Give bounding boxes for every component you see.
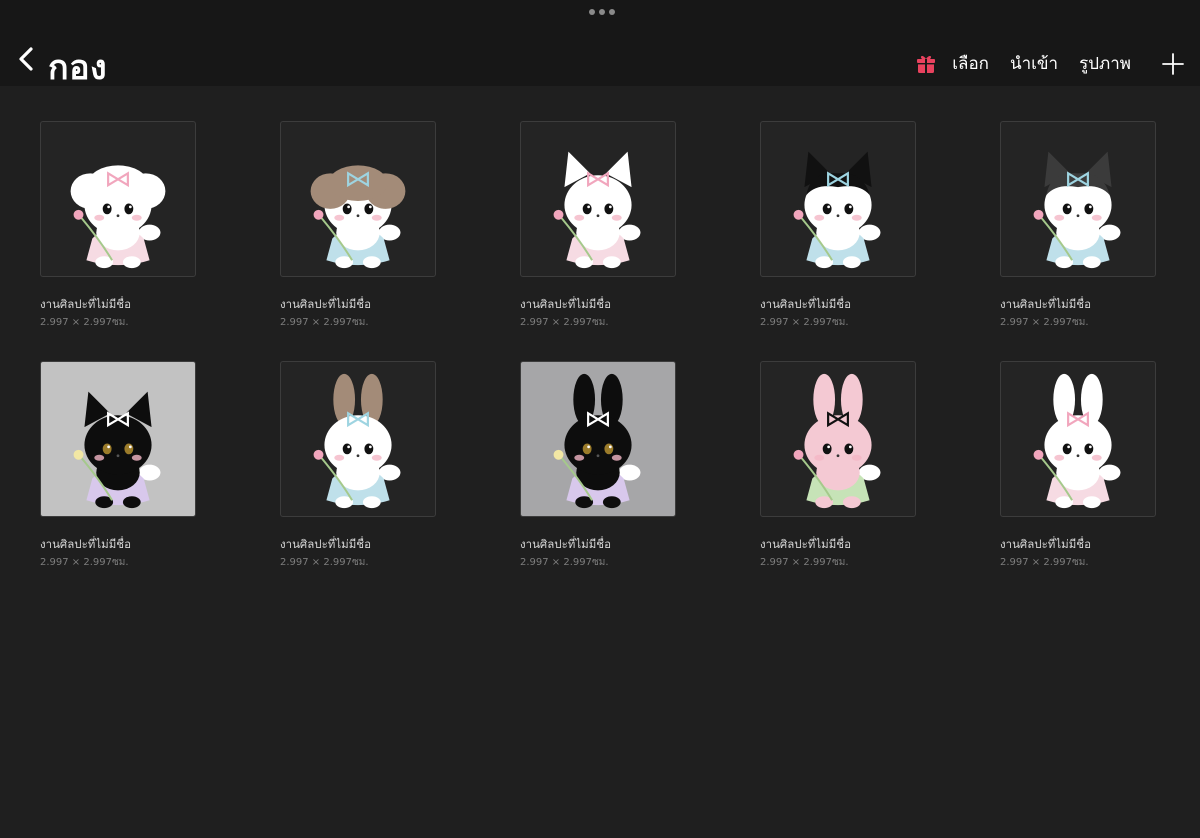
character-illustration [73, 391, 161, 509]
artwork-name[interactable]: งานศิลปะที่ไม่มีชื่อ [1000, 296, 1156, 314]
artwork-tile[interactable]: งานศิลปะที่ไม่มีชื่อ 2.997 × 2.997ซม. [280, 121, 436, 330]
artwork-thumbnail[interactable] [1000, 121, 1156, 277]
artwork-size: 2.997 × 2.997ซม. [520, 317, 609, 328]
artwork-size: 2.997 × 2.997ซม. [520, 557, 609, 568]
artwork-thumbnail[interactable] [520, 121, 676, 277]
artwork-size: 2.997 × 2.997ซม. [1000, 557, 1089, 568]
import-button[interactable]: นำเข้า [1010, 50, 1058, 77]
character-illustration [310, 165, 406, 269]
artwork-tile[interactable]: งานศิลปะที่ไม่มีชื่อ 2.997 × 2.997ซม. [520, 121, 676, 330]
page-title: กอง [48, 48, 108, 88]
character-illustration [793, 151, 881, 269]
artwork-size: 2.997 × 2.997ซม. [280, 317, 369, 328]
artwork-thumbnail[interactable] [760, 361, 916, 517]
artwork-name[interactable]: งานศิลปะที่ไม่มีชื่อ [760, 296, 916, 314]
character-illustration [1033, 151, 1121, 269]
artwork-tile[interactable]: งานศิลปะที่ไม่มีชื่อ 2.997 × 2.997ซม. [40, 121, 196, 330]
character-illustration [70, 165, 166, 269]
artwork-size: 2.997 × 2.997ซม. [760, 317, 849, 328]
artwork-size: 2.997 × 2.997ซม. [280, 557, 369, 568]
artwork-thumbnail[interactable] [40, 121, 196, 277]
artwork-tile[interactable]: งานศิลปะที่ไม่มีชื่อ 2.997 × 2.997ซม. [40, 361, 196, 570]
character-illustration [1033, 373, 1121, 509]
gift-icon[interactable] [916, 54, 936, 74]
artwork-thumbnail[interactable] [280, 361, 436, 517]
artwork-size: 2.997 × 2.997ซม. [1000, 317, 1089, 328]
artwork-thumbnail[interactable] [40, 361, 196, 517]
character-illustration [793, 373, 881, 509]
artwork-tile[interactable]: งานศิลปะที่ไม่มีชื่อ 2.997 × 2.997ซม. [520, 361, 676, 570]
artwork-name[interactable]: งานศิลปะที่ไม่มีชื่อ [760, 536, 916, 554]
top-bar: กอง เลือก นำเข้า รูปภาพ [0, 0, 1200, 88]
artwork-name[interactable]: งานศิลปะที่ไม่มีชื่อ [280, 536, 436, 554]
chevron-left-icon [19, 47, 33, 71]
plus-icon[interactable] [1162, 52, 1184, 75]
artwork-tile[interactable]: งานศิลปะที่ไม่มีชื่อ 2.997 × 2.997ซม. [1000, 361, 1156, 570]
select-button[interactable]: เลือก [952, 50, 989, 77]
artwork-name[interactable]: งานศิลปะที่ไม่มีชื่อ [520, 536, 676, 554]
character-illustration [553, 373, 641, 509]
artwork-name[interactable]: งานศิลปะที่ไม่มีชื่อ [40, 536, 196, 554]
multitask-dots-icon[interactable] [589, 9, 615, 15]
artwork-name[interactable]: งานศิลปะที่ไม่มีชื่อ [280, 296, 436, 314]
artwork-size: 2.997 × 2.997ซม. [40, 317, 129, 328]
artwork-size: 2.997 × 2.997ซม. [40, 557, 129, 568]
character-illustration [313, 373, 401, 509]
character-illustration [553, 151, 641, 269]
artwork-name[interactable]: งานศิลปะที่ไม่มีชื่อ [1000, 536, 1156, 554]
artwork-tile[interactable]: งานศิลปะที่ไม่มีชื่อ 2.997 × 2.997ซม. [1000, 121, 1156, 330]
back-button[interactable] [14, 44, 40, 76]
artwork-thumbnail[interactable] [1000, 361, 1156, 517]
artwork-name[interactable]: งานศิลปะที่ไม่มีชื่อ [520, 296, 676, 314]
artwork-thumbnail[interactable] [760, 121, 916, 277]
photo-button[interactable]: รูปภาพ [1079, 50, 1131, 77]
artwork-size: 2.997 × 2.997ซม. [760, 557, 849, 568]
artwork-tile[interactable]: งานศิลปะที่ไม่มีชื่อ 2.997 × 2.997ซม. [760, 361, 916, 570]
artwork-tile[interactable]: งานศิลปะที่ไม่มีชื่อ 2.997 × 2.997ซม. [760, 121, 916, 330]
toolbar-actions: เลือก นำเข้า รูปภาพ [916, 50, 1184, 77]
artwork-thumbnail[interactable] [280, 121, 436, 277]
artwork-name[interactable]: งานศิลปะที่ไม่มีชื่อ [40, 296, 196, 314]
artwork-thumbnail[interactable] [520, 361, 676, 517]
artwork-tile[interactable]: งานศิลปะที่ไม่มีชื่อ 2.997 × 2.997ซม. [280, 361, 436, 570]
